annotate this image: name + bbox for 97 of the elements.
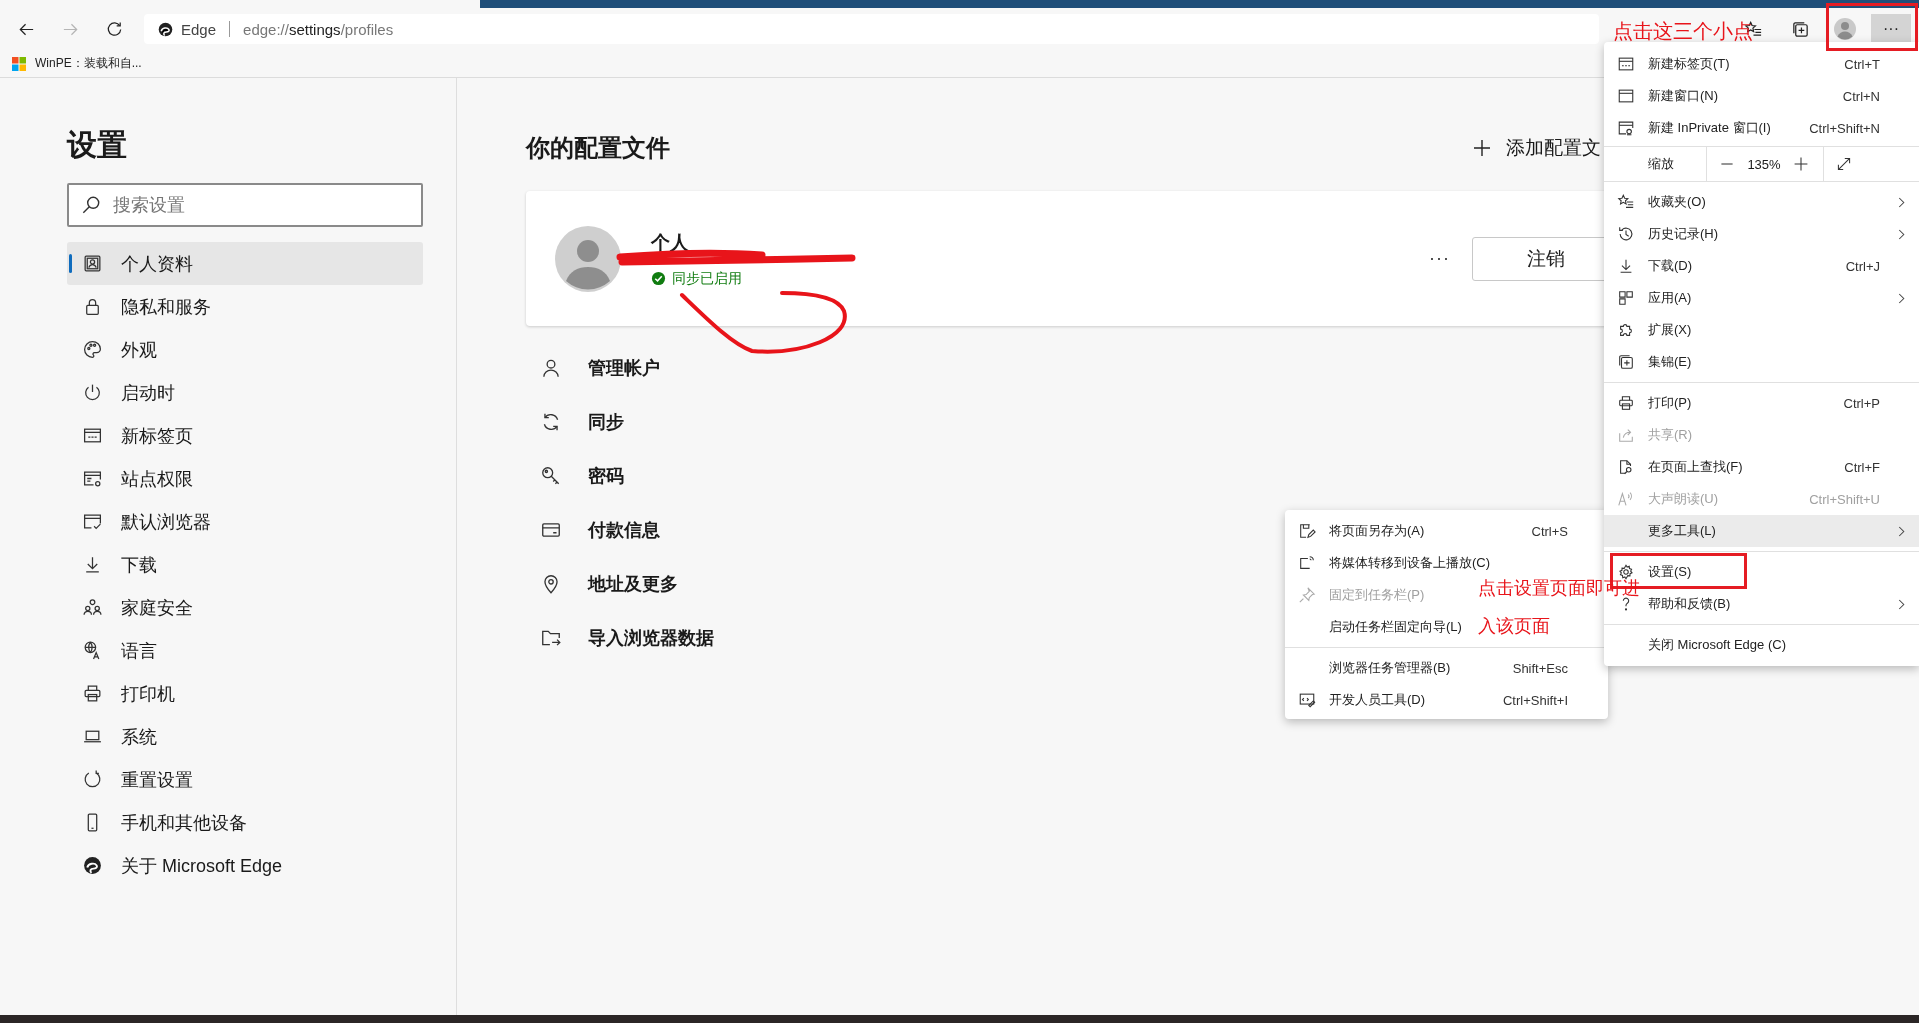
url-text: edge://settings/profiles — [243, 20, 394, 38]
devtools-icon — [1298, 691, 1316, 709]
menu-item[interactable]: 关闭 Microsoft Edge (C) — [1648, 629, 1919, 661]
menu-item[interactable]: 帮助和反馈(B) — [1648, 588, 1919, 620]
menu-item[interactable]: 下载(D) Ctrl+J — [1648, 250, 1919, 282]
zoom-label: 缩放 — [1604, 147, 1707, 181]
private-icon — [1617, 119, 1635, 137]
page-title: 你的配置文件 — [526, 133, 670, 163]
annotation-text: 入该页面 — [1478, 615, 1550, 638]
shortcut-text: Ctrl+P — [1843, 395, 1880, 411]
key-icon — [540, 465, 562, 487]
plus-icon — [1472, 138, 1492, 158]
menu-item[interactable]: 历史记录(H) — [1648, 218, 1919, 250]
people-icon — [82, 597, 103, 618]
shortcut-text: Ctrl+Shift+U — [1809, 491, 1880, 507]
sidebar-item[interactable]: 重置设置 — [67, 758, 423, 801]
address-bar[interactable]: Edge edge://settings/profiles — [144, 14, 1599, 44]
avatar — [555, 225, 621, 292]
sidebar-item[interactable]: 隐私和服务 — [67, 285, 423, 328]
sidebar-item[interactable]: 启动时 — [67, 371, 423, 414]
four-squares-icon — [12, 56, 26, 71]
person-card-icon — [82, 253, 103, 274]
menu-item[interactable]: 设置(S) — [1648, 556, 1919, 588]
menu-item[interactable]: 新建 InPrivate 窗口(I) Ctrl+Shift+N — [1648, 112, 1919, 144]
shortcut-text: Shift+Esc — [1512, 660, 1568, 676]
zoom-value: 135% — [1747, 156, 1781, 172]
cast-icon — [1298, 554, 1316, 572]
sidebar-item[interactable]: 手机和其他设备 — [67, 801, 423, 844]
sidebar-item[interactable]: 家庭安全 — [67, 586, 423, 629]
puzzle-icon — [1617, 321, 1635, 339]
sidebar-item[interactable]: 外观 — [67, 328, 423, 371]
sidebar-item[interactable]: 新标签页 — [67, 414, 423, 457]
sidebar-item[interactable]: 关于 Microsoft Edge — [67, 844, 423, 887]
annotation-text: 点击这三个小点 — [1613, 19, 1753, 43]
person-icon — [540, 357, 562, 379]
tab-icon — [1617, 55, 1635, 73]
menu-item[interactable]: 新建窗口(N) Ctrl+N — [1648, 80, 1919, 112]
history-icon — [1617, 225, 1635, 243]
share-icon — [1617, 426, 1635, 444]
shortcut-text: Ctrl+N — [1842, 88, 1880, 104]
refresh-icon[interactable] — [105, 19, 124, 39]
pushpin-icon — [1298, 586, 1316, 604]
power-icon — [82, 382, 103, 403]
bookmark[interactable]: WinPE：装载和自... — [12, 55, 142, 72]
plus-icon[interactable] — [1793, 156, 1809, 172]
save-icon — [1298, 522, 1316, 540]
search-field[interactable]: 搜索设置 — [67, 183, 423, 227]
more-button[interactable]: ··· — [1871, 14, 1911, 44]
menu-item[interactable]: 在页面上查找(F) Ctrl+F — [1648, 451, 1919, 483]
sidebar-item[interactable]: 个人资料 — [67, 242, 423, 285]
menu-item[interactable]: 开发人员工具(D) Ctrl+Shift+I — [1285, 684, 1608, 716]
site-name: Edge — [181, 20, 217, 38]
menu-item[interactable]: 打印(P) Ctrl+P — [1648, 387, 1919, 419]
read-aloud-icon — [1617, 490, 1635, 508]
window-icon — [1617, 87, 1635, 105]
more-options-button[interactable]: ··· — [1429, 248, 1450, 269]
shortcut-text: Ctrl+T — [1844, 56, 1880, 72]
reset-icon — [82, 769, 103, 790]
sidebar-item[interactable]: 语言 — [67, 629, 423, 672]
sidebar-item[interactable]: 下载 — [67, 543, 423, 586]
menu-item[interactable]: 浏览器任务管理器(B) Shift+Esc — [1285, 652, 1608, 684]
menu-item[interactable]: 集锦(E) — [1648, 346, 1919, 378]
menu-item[interactable]: 将媒体转移到设备上播放(C) — [1285, 547, 1499, 579]
menu-item[interactable]: 收藏夹(O) — [1648, 186, 1919, 218]
search-icon — [80, 194, 102, 216]
avatar[interactable] — [1833, 17, 1857, 41]
shortcut-text: Ctrl+S — [1531, 523, 1568, 539]
gear-icon — [1617, 563, 1635, 581]
menu-item[interactable]: 启动任务栏固定向导(L) — [1285, 611, 1470, 643]
logo-icon — [82, 855, 103, 876]
menu-item[interactable]: 新建标签页(T) Ctrl+T — [1648, 48, 1919, 80]
sync-status: 同步已启用 — [672, 269, 742, 288]
expand-icon[interactable] — [1836, 156, 1852, 172]
sidebar-item[interactable]: 打印机 — [67, 672, 423, 715]
settings-title: 设置 — [67, 127, 128, 163]
shortcut-text: Ctrl+F — [1844, 459, 1880, 475]
collections-icon — [1617, 353, 1635, 371]
shortcut-text: Ctrl+Shift+I — [1502, 692, 1568, 708]
menu-item[interactable]: 扩展(X) — [1648, 314, 1919, 346]
menu-item[interactable]: 应用(A) — [1648, 282, 1919, 314]
shortcut-text: Ctrl+J — [1845, 258, 1880, 274]
profile-name: 个人 — [651, 230, 690, 255]
apps-icon — [1617, 289, 1635, 307]
palette-icon — [82, 339, 103, 360]
menu-item[interactable]: 更多工具(L) — [1604, 515, 1919, 547]
logo-icon — [157, 20, 174, 38]
collections-icon[interactable] — [1791, 19, 1810, 39]
printer-icon — [1617, 394, 1635, 412]
sidebar-item[interactable]: 站点权限 — [67, 457, 423, 500]
add-profile-link[interactable]: 添加配置文 — [1472, 135, 1601, 161]
star-list-icon — [1617, 193, 1635, 211]
sidebar-item[interactable]: 系统 — [67, 715, 423, 758]
sidebar-item[interactable]: 默认浏览器 — [67, 500, 423, 543]
check-icon — [651, 271, 666, 286]
shortcut-text: Ctrl+Shift+N — [1809, 120, 1880, 136]
find-icon — [1617, 458, 1635, 476]
printer-icon — [82, 683, 103, 704]
